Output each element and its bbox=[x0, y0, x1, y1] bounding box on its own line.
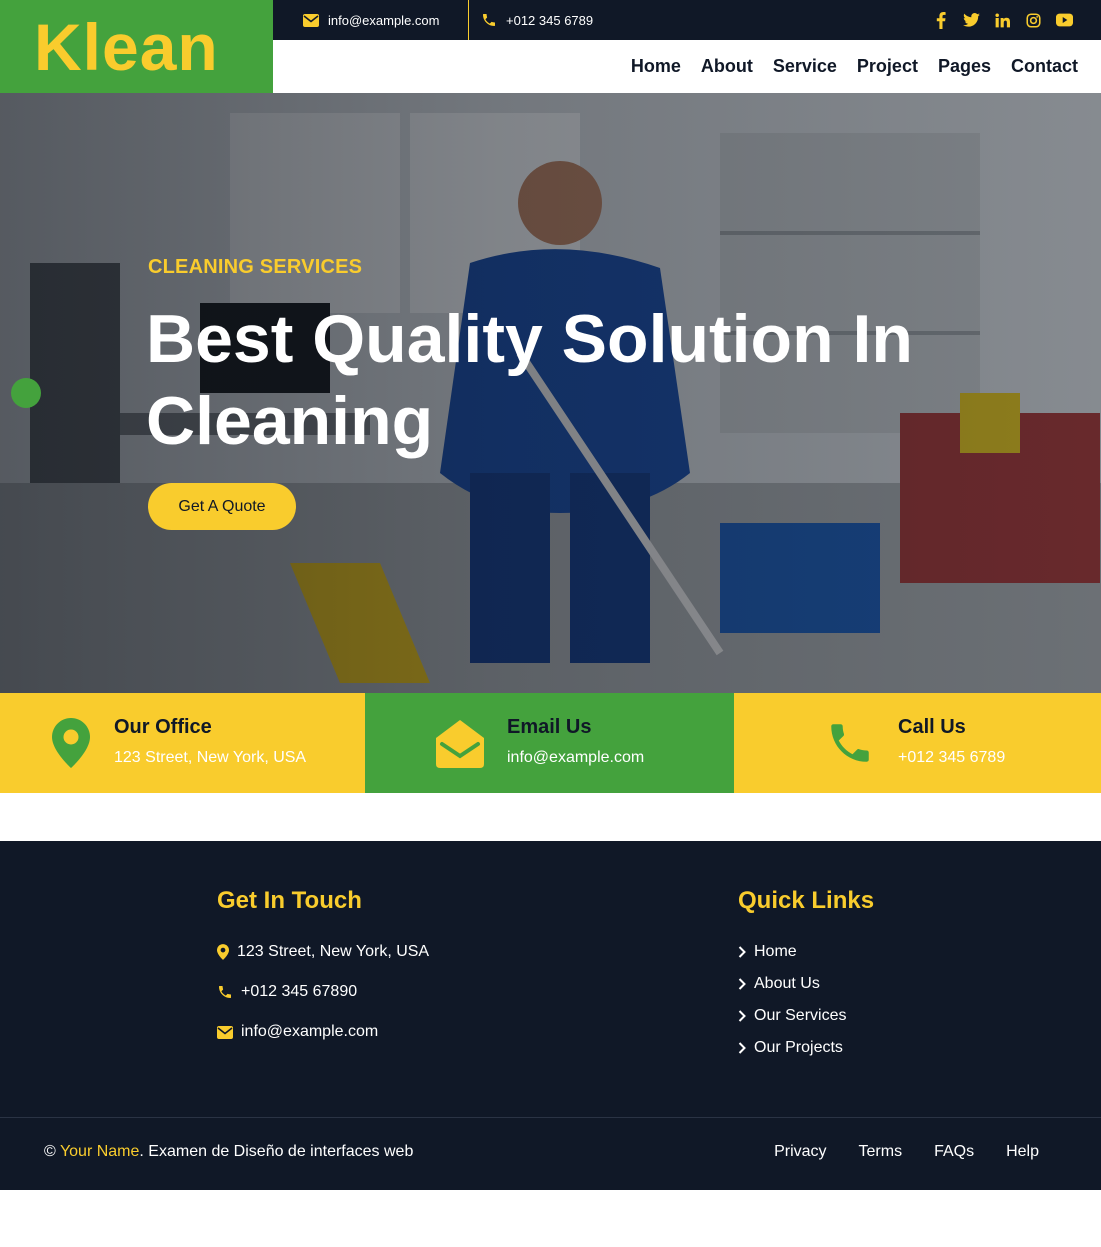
quick-link-about[interactable]: About Us bbox=[738, 975, 820, 993]
social-links bbox=[932, 0, 1073, 40]
hero-title: Best Quality Solution In Cleaning bbox=[146, 301, 913, 459]
quick-link-home[interactable]: Home bbox=[738, 943, 797, 961]
get-in-touch-heading: Get In Touch bbox=[217, 887, 362, 914]
contact-strip: Our Office 123 Street, New York, USA Ema… bbox=[0, 693, 1101, 793]
hero-carousel: CLEANING SERVICES Best Quality Solution … bbox=[0, 93, 1101, 693]
privacy-link[interactable]: Privacy bbox=[774, 1143, 826, 1161]
brand-logo[interactable]: Klean bbox=[0, 0, 273, 93]
brand-name: Klean bbox=[34, 10, 219, 84]
chevron-right-icon bbox=[738, 1010, 746, 1022]
footer-phone-text: +012 345 67890 bbox=[241, 983, 358, 1000]
help-link[interactable]: Help bbox=[1006, 1143, 1039, 1161]
phone-icon bbox=[831, 724, 869, 762]
footer-email-text: info@example.com bbox=[241, 1023, 379, 1040]
nav-home[interactable]: Home bbox=[631, 56, 681, 77]
chevron-right-icon bbox=[738, 978, 746, 990]
office-address: 123 Street, New York, USA bbox=[114, 749, 307, 766]
envelope-icon bbox=[217, 1025, 233, 1039]
nav-service[interactable]: Service bbox=[773, 56, 837, 77]
twitter-icon[interactable] bbox=[963, 12, 980, 29]
main-navbar: Home About Service Project Pages Contact bbox=[273, 40, 1101, 93]
faqs-link[interactable]: FAQs bbox=[934, 1143, 974, 1161]
quick-link-label: About Us bbox=[754, 975, 820, 992]
call-title: Call Us bbox=[898, 716, 966, 738]
topbar-email[interactable]: info@example.com bbox=[303, 0, 439, 40]
chevron-right-icon bbox=[738, 1042, 746, 1054]
nav-contact[interactable]: Contact bbox=[1011, 56, 1078, 77]
envelope-icon bbox=[303, 13, 319, 27]
quick-links-heading: Quick Links bbox=[738, 887, 875, 914]
topbar: info@example.com +012 345 6789 bbox=[273, 0, 1101, 40]
quick-link-projects[interactable]: Our Projects bbox=[738, 1039, 843, 1057]
footer-phone[interactable]: +012 345 67890 bbox=[217, 983, 357, 1001]
instagram-icon[interactable] bbox=[1025, 12, 1042, 29]
site-header: Klean info@example.com +012 345 6789 Hom… bbox=[0, 0, 1101, 93]
linkedin-icon[interactable] bbox=[994, 12, 1011, 29]
copyright: © Your Name. Examen de Diseño de interfa… bbox=[44, 1143, 413, 1161]
nav-project[interactable]: Project bbox=[857, 56, 918, 77]
office-title: Our Office bbox=[114, 716, 212, 738]
footer-address-text: 123 Street, New York, USA bbox=[237, 943, 430, 960]
topbar-phone[interactable]: +012 345 6789 bbox=[481, 0, 593, 40]
site-footer: Get In Touch 123 Street, New York, USA +… bbox=[0, 841, 1101, 1190]
hero-kicker: CLEANING SERVICES bbox=[148, 256, 363, 278]
copyright-owner-link[interactable]: Your Name bbox=[60, 1143, 139, 1160]
office-box: Our Office 123 Street, New York, USA bbox=[0, 693, 365, 793]
copyright-symbol: © bbox=[44, 1143, 56, 1160]
footer-email[interactable]: info@example.com bbox=[217, 1023, 378, 1041]
youtube-icon[interactable] bbox=[1056, 12, 1073, 29]
quick-link-services[interactable]: Our Services bbox=[738, 1007, 846, 1025]
call-number[interactable]: +012 345 6789 bbox=[898, 749, 1005, 767]
copyright-text: . Examen de Diseño de interfaces web bbox=[139, 1143, 414, 1160]
facebook-icon[interactable] bbox=[932, 11, 949, 29]
nav-pages[interactable]: Pages bbox=[938, 56, 991, 77]
email-address[interactable]: info@example.com bbox=[507, 749, 644, 767]
topbar-phone-text: +012 345 6789 bbox=[506, 12, 594, 28]
terms-link[interactable]: Terms bbox=[859, 1143, 903, 1161]
quick-link-label: Our Projects bbox=[754, 1039, 843, 1056]
topbar-divider bbox=[468, 0, 469, 40]
quick-link-label: Our Services bbox=[754, 1007, 847, 1024]
quick-link-label: Home bbox=[754, 943, 797, 960]
phone-icon bbox=[483, 14, 495, 26]
topbar-email-text: info@example.com bbox=[328, 12, 440, 28]
footer-divider bbox=[0, 1117, 1101, 1118]
footer-address: 123 Street, New York, USA bbox=[217, 943, 429, 961]
email-title: Email Us bbox=[507, 716, 592, 738]
nav-about[interactable]: About bbox=[701, 56, 753, 77]
carousel-indicator[interactable] bbox=[11, 378, 41, 408]
map-marker-icon bbox=[52, 718, 90, 768]
chevron-right-icon bbox=[738, 946, 746, 958]
call-box: Call Us +012 345 6789 bbox=[734, 693, 1101, 793]
email-box: Email Us info@example.com bbox=[365, 693, 734, 793]
envelope-open-icon bbox=[436, 720, 484, 768]
get-a-quote-button[interactable]: Get A Quote bbox=[148, 483, 296, 530]
legal-links: Privacy Terms FAQs Help bbox=[774, 1143, 1039, 1161]
map-marker-icon bbox=[217, 944, 229, 960]
phone-icon bbox=[219, 986, 231, 998]
main-nav: Home About Service Project Pages Contact bbox=[631, 40, 1078, 93]
